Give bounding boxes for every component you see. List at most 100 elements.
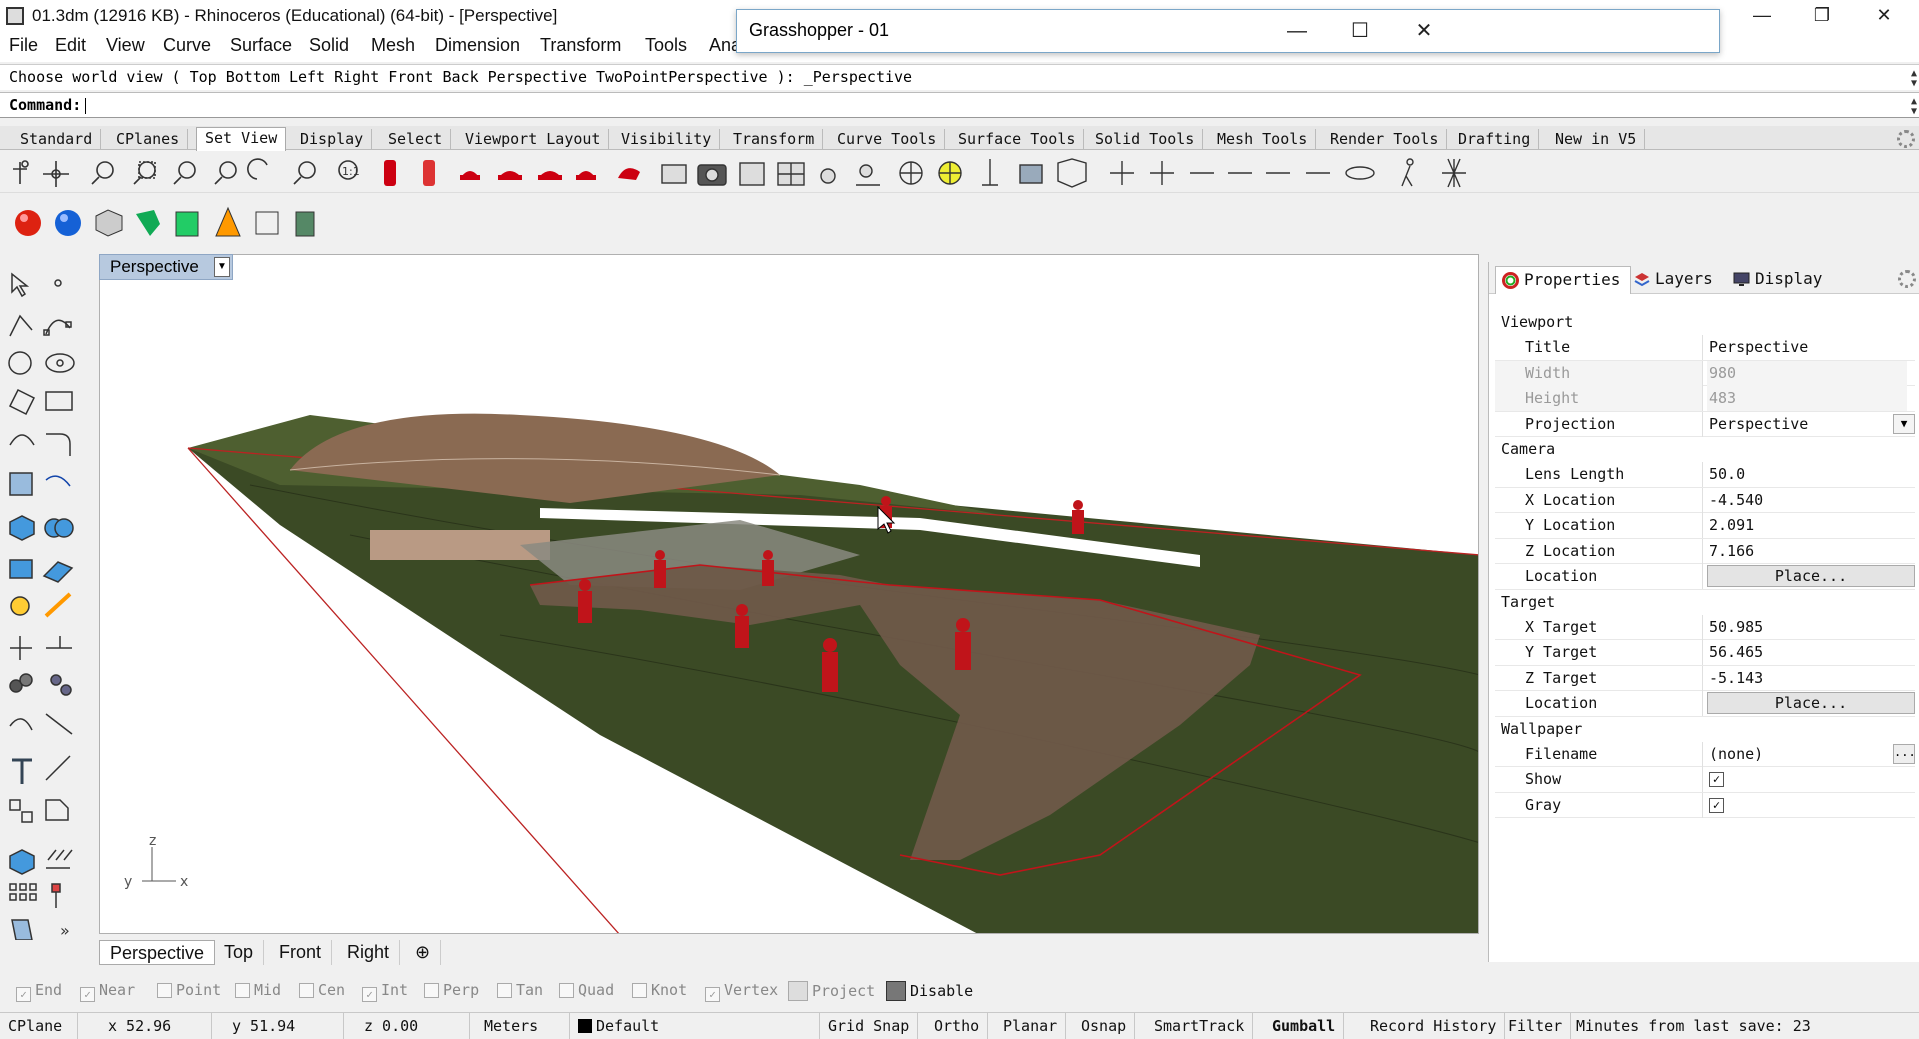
history-scroll-arrows[interactable]: ▲ ▼ (1911, 69, 1917, 89)
osnap-point[interactable]: Point (157, 981, 221, 999)
osnap-cen[interactable]: Cen (299, 981, 345, 999)
status-osnap[interactable]: Osnap (1073, 1013, 1136, 1039)
prop-gray[interactable]: Gray ✓ (1495, 792, 1915, 818)
close-button[interactable]: ✕ (1856, 0, 1912, 32)
prop-z-location[interactable]: Z Location 7.166 (1495, 538, 1915, 564)
vp-tab-right[interactable]: Right (337, 940, 401, 965)
osnap-knot[interactable]: Knot (632, 981, 687, 999)
osnap-int[interactable]: ✓ Int (362, 981, 408, 1002)
menu-surface[interactable]: Surface (230, 35, 292, 56)
osnap-project[interactable]: Project (788, 981, 875, 1001)
osnap-vertex[interactable]: ✓ Vertex (705, 981, 778, 1002)
toolbar-options-gear-icon[interactable] (1897, 130, 1915, 148)
grasshopper-window[interactable]: Grasshopper - 01 — ☐ ✕ (736, 9, 1720, 53)
menu-edit[interactable]: Edit (55, 35, 86, 56)
tab-curve-tools[interactable]: Curve Tools (829, 129, 946, 150)
minimize-button[interactable]: — (1734, 0, 1790, 32)
add-viewport-icon[interactable]: ⊕ (405, 940, 442, 965)
status-current-layer[interactable]: Default (570, 1013, 820, 1039)
prop-height: Height 483 (1495, 386, 1915, 412)
status-smarttrack[interactable]: SmartTrack (1146, 1013, 1254, 1039)
status-ortho[interactable]: Ortho (926, 1013, 989, 1039)
cylinder-icon (295, 211, 315, 237)
green-box-icon (175, 211, 199, 237)
status-record-history[interactable]: Record History (1362, 1013, 1506, 1039)
show-checkbox[interactable]: ✓ (1709, 772, 1724, 787)
osnap-end[interactable]: ✓ End (16, 981, 62, 1002)
projection-dropdown-icon[interactable]: ▼ (1893, 413, 1915, 434)
menu-solid[interactable]: Solid (309, 35, 349, 56)
tab-mesh-tools[interactable]: Mesh Tools (1209, 129, 1317, 150)
osnap-perp[interactable]: Perp (424, 981, 479, 999)
prop-lens-length[interactable]: Lens Length 50.0 (1495, 462, 1915, 488)
perspective-viewport[interactable]: z y x (99, 254, 1479, 934)
vp-tab-perspective[interactable]: Perspective (99, 940, 216, 965)
menu-mesh[interactable]: Mesh (371, 35, 415, 56)
command-line[interactable]: Command: ▲ ▼ (0, 92, 1919, 118)
prop-y-target[interactable]: Y Target 56.465 (1495, 640, 1915, 666)
camera-place-button[interactable]: Place... (1707, 565, 1915, 587)
target-place-button[interactable]: Place... (1707, 692, 1915, 714)
osnap-mid[interactable]: Mid (235, 981, 281, 999)
viewport-title-tab[interactable]: Perspective ▼ (99, 254, 233, 280)
tab-select[interactable]: Select (380, 129, 452, 150)
prop-y-location[interactable]: Y Location 2.091 (1495, 513, 1915, 539)
tab-drafting[interactable]: Drafting (1450, 129, 1540, 150)
tab-standard[interactable]: Standard (12, 129, 102, 150)
prop-x-target[interactable]: X Target 50.985 (1495, 614, 1915, 640)
osnap-disable[interactable]: Disable (886, 981, 973, 1001)
prop-filename[interactable]: Filename (none)... (1495, 741, 1916, 767)
tab-render-tools[interactable]: Render Tools (1322, 129, 1448, 150)
viewports-icon (777, 162, 805, 186)
tab-surface-tools[interactable]: Surface Tools (950, 129, 1085, 150)
prop-projection[interactable]: Projection Perspective ▼ (1495, 411, 1915, 437)
osnap-quad[interactable]: Quad (559, 981, 614, 999)
set-view-toolbar-icons: 1:1 (13, 158, 1466, 188)
osnap-near[interactable]: ✓ Near (80, 981, 135, 1002)
status-grid-snap[interactable]: Grid Snap (820, 1013, 919, 1039)
blue-sphere-icon (55, 210, 81, 236)
command-scroll-arrows[interactable]: ▲ ▼ (1911, 97, 1917, 117)
menu-transform[interactable]: Transform (540, 35, 621, 56)
prop-x-location[interactable]: X Location -4.540 (1495, 487, 1915, 513)
menu-dimension[interactable]: Dimension (435, 35, 520, 56)
gh-close-button[interactable]: ✕ (1404, 14, 1444, 48)
tab-new-in-v5[interactable]: New in V5 (1547, 129, 1646, 150)
gh-minimize-button[interactable]: — (1277, 14, 1317, 48)
status-planar[interactable]: Planar (995, 1013, 1067, 1039)
panel-options-gear-icon[interactable] (1898, 270, 1916, 288)
menu-tools[interactable]: Tools (645, 35, 687, 56)
tab-layers[interactable]: Layers (1627, 266, 1723, 294)
tab-transform[interactable]: Transform (725, 129, 824, 150)
osnap-tan[interactable]: Tan (497, 981, 543, 999)
tab-visibility[interactable]: Visibility (613, 129, 721, 150)
tab-properties[interactable]: Properties (1495, 266, 1632, 294)
tab-solid-tools[interactable]: Solid Tools (1087, 129, 1204, 150)
vp-tab-front[interactable]: Front (269, 940, 333, 965)
status-cplane[interactable]: CPlane (0, 1013, 78, 1039)
status-gumball[interactable]: Gumball (1264, 1013, 1345, 1039)
gray-checkbox[interactable]: ✓ (1709, 797, 1724, 813)
menu-file[interactable]: File (9, 35, 38, 56)
status-filter[interactable]: Filter (1500, 1013, 1572, 1039)
prop-show[interactable]: Show ✓ (1495, 767, 1915, 793)
undo-view-icon (247, 158, 268, 180)
menu-curve[interactable]: Curve (163, 35, 211, 56)
tab-display[interactable]: Display (1727, 266, 1832, 294)
tab-cplanes[interactable]: CPlanes (108, 129, 189, 150)
tab-display[interactable]: Display (292, 129, 373, 150)
axis-x-label: x (180, 874, 188, 890)
browse-filename-button[interactable]: ... (1893, 743, 1916, 764)
vp-tab-top[interactable]: Top (214, 940, 265, 965)
box-view-icon (1057, 158, 1087, 188)
menu-view[interactable]: View (106, 35, 145, 56)
restore-button[interactable]: ❐ (1794, 0, 1850, 32)
gh-maximize-button[interactable]: ☐ (1340, 14, 1380, 48)
tab-set-view[interactable]: Set View (196, 127, 287, 151)
prop-title[interactable]: Title Perspective (1495, 335, 1915, 361)
prop-z-target[interactable]: Z Target -5.143 (1495, 665, 1915, 691)
group-icon (9, 673, 33, 693)
viewport-menu-dropdown-icon[interactable]: ▼ (214, 257, 230, 277)
tab-viewport-layout[interactable]: Viewport Layout (457, 129, 610, 150)
status-units[interactable]: Meters (470, 1013, 570, 1039)
